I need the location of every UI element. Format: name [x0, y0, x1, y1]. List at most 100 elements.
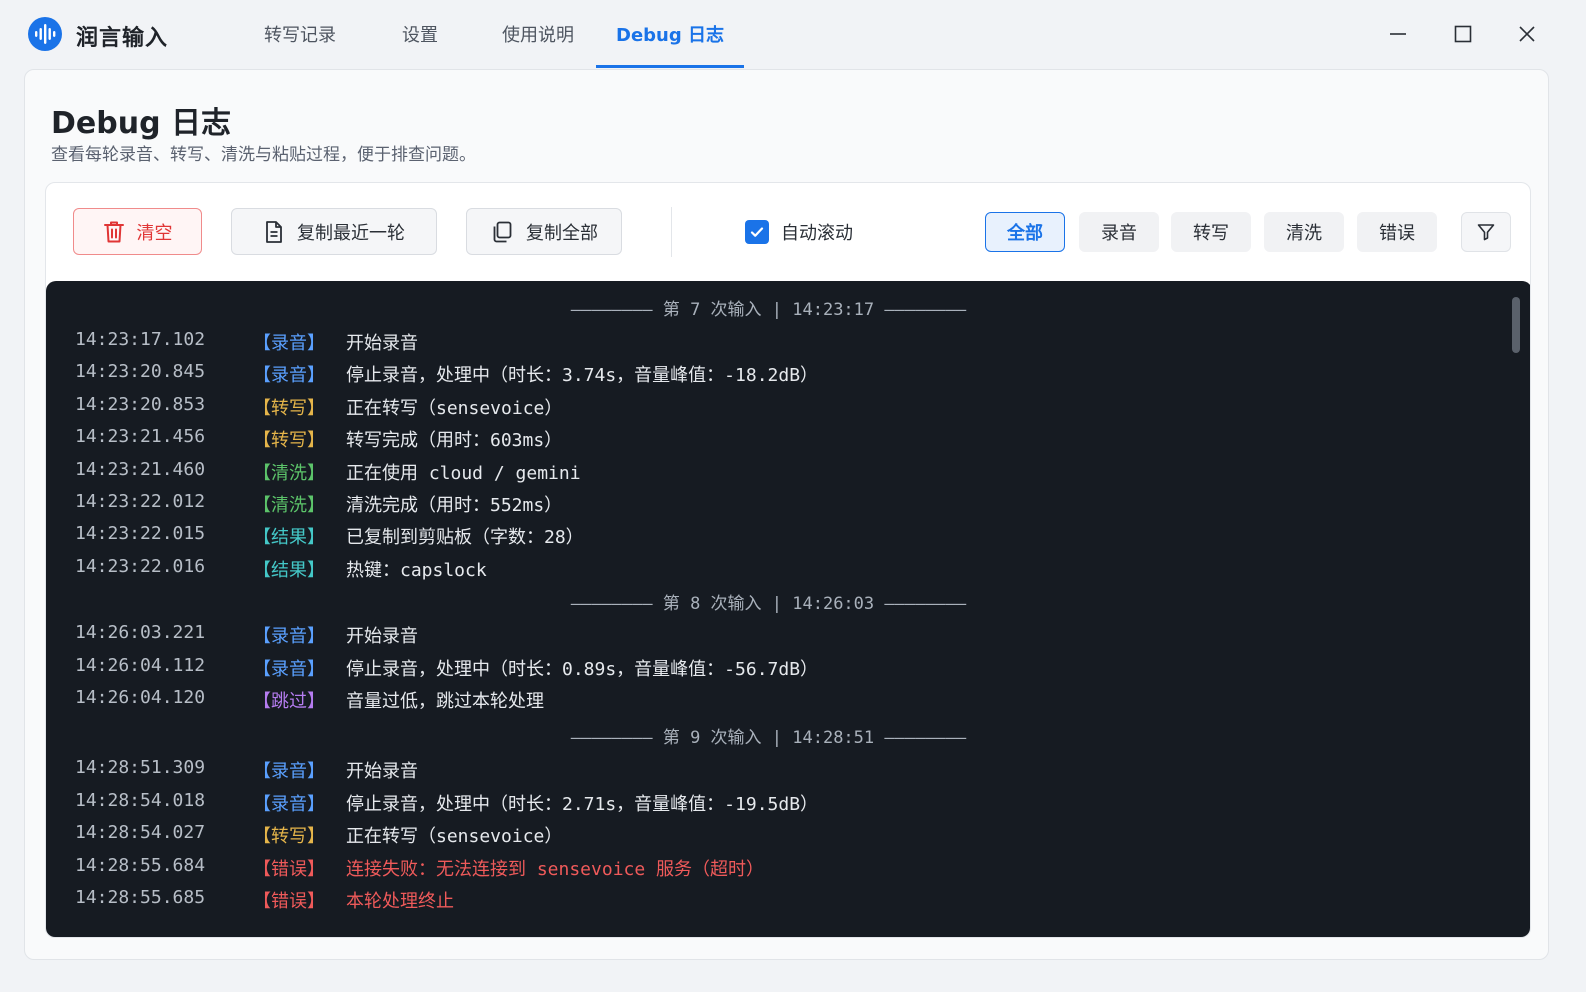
log-message: 已复制到剪贴板（字数：28）	[346, 527, 584, 548]
copy-all-button[interactable]: 复制全部	[466, 208, 622, 255]
filter-all[interactable]: 全部	[985, 212, 1065, 252]
log-timestamp: 14:28:54.027	[75, 822, 206, 843]
log-tag: 【录音】	[253, 794, 325, 815]
toolbar-divider	[671, 207, 672, 257]
title-bar: 润言输入 转写记录 设置 使用说明 Debug 日志	[0, 0, 1586, 68]
page-title: Debug 日志	[51, 106, 231, 141]
minimize-button[interactable]	[1378, 14, 1418, 54]
log-toolbar: 清空 复制最近一轮 复制全部 自动滚动 全部 录音 转写 清洗 错误	[46, 183, 1530, 281]
log-tag: 【清洗】	[253, 463, 325, 484]
close-button[interactable]	[1507, 14, 1547, 54]
log-message: 开始录音	[346, 333, 418, 354]
log-row: 14:23:20.853 【转写】 正在转写（sensevoice）	[46, 394, 1486, 426]
log-scrollbar[interactable]	[1512, 297, 1520, 353]
app-name: 润言输入	[76, 26, 169, 51]
filter-recording[interactable]: 录音	[1079, 212, 1159, 252]
copy-icon	[493, 221, 512, 242]
close-icon	[1519, 26, 1535, 42]
log-row: 14:26:04.112 【录音】 停止录音，处理中（时长：0.89s，音量峰值…	[46, 655, 1486, 687]
log-tag: 【结果】	[253, 560, 325, 581]
log-row: 14:23:21.460 【清洗】 正在使用 cloud / gemini	[46, 459, 1486, 491]
log-tag: 【录音】	[253, 761, 325, 782]
tab-help[interactable]: 使用说明	[480, 0, 596, 68]
log-timestamp: 14:23:22.016	[75, 556, 206, 577]
auto-scroll-checkbox[interactable]	[745, 220, 769, 244]
trash-icon	[103, 221, 124, 242]
tab-settings[interactable]: 设置	[360, 0, 480, 68]
log-timestamp: 14:28:54.018	[75, 790, 206, 811]
log-message: 停止录音，处理中（时长：3.74s，音量峰值：-18.2dB）	[346, 365, 819, 386]
filter-cleaning[interactable]: 清洗	[1264, 212, 1344, 252]
log-row: 14:28:51.309 【录音】 开始录音	[46, 757, 1486, 789]
log-row: 14:28:54.018 【录音】 停止录音，处理中（时长：2.71s，音量峰值…	[46, 790, 1486, 822]
log-timestamp: 14:23:20.853	[75, 394, 206, 415]
log-message: 正在转写（sensevoice）	[346, 826, 563, 847]
log-message: 音量过低，跳过本轮处理	[346, 691, 544, 712]
document-icon	[266, 220, 282, 243]
log-timestamp: 14:28:55.685	[75, 887, 206, 908]
log-timestamp: 14:26:04.120	[75, 687, 206, 708]
log-row: 14:23:22.015 【结果】 已复制到剪贴板（字数：28）	[46, 523, 1486, 555]
log-tag: 【转写】	[253, 826, 325, 847]
log-tag: 【录音】	[253, 365, 325, 386]
log-message: 转写完成（用时：603ms）	[346, 430, 563, 451]
log-tag: 【清洗】	[253, 495, 325, 516]
log-message: 开始录音	[346, 761, 418, 782]
log-tag: 【错误】	[253, 891, 325, 912]
log-row: 14:23:20.845 【录音】 停止录音，处理中（时长：3.74s，音量峰值…	[46, 361, 1486, 393]
log-message: 正在使用 cloud / gemini	[346, 463, 581, 484]
log-message: 停止录音，处理中（时长：2.71s，音量峰值：-19.5dB）	[346, 794, 819, 815]
copy-last-round-label: 复制最近一轮	[297, 222, 405, 244]
log-message: 连接失败：无法连接到 sensevoice 服务（超时）	[346, 859, 765, 880]
maximize-button[interactable]	[1443, 14, 1483, 54]
log-tag: 【录音】	[253, 333, 325, 354]
log-timestamp: 14:23:20.845	[75, 361, 206, 382]
minimize-icon	[1390, 33, 1406, 35]
clear-label: 清空	[136, 222, 173, 244]
sound-wave-icon	[28, 17, 62, 51]
checkmark-icon	[750, 227, 764, 237]
log-timestamp: 14:23:21.460	[75, 459, 206, 480]
log-row: 14:23:22.012 【清洗】 清洗完成（用时：552ms）	[46, 491, 1486, 523]
log-tag: 【转写】	[253, 430, 325, 451]
log-message: 停止录音，处理中（时长：0.89s，音量峰值：-56.7dB）	[346, 659, 819, 680]
log-timestamp: 14:23:17.102	[75, 329, 206, 350]
session-separator: ———————— 第 8 次输入 | 14:26:03 ————————	[570, 594, 967, 614]
tab-debug-log[interactable]: Debug 日志	[596, 0, 744, 68]
log-row: 14:28:55.684 【错误】 连接失败：无法连接到 sensevoice …	[46, 855, 1486, 887]
log-timestamp: 14:26:03.221	[75, 622, 206, 643]
funnel-icon	[1477, 224, 1495, 241]
session-separator: ———————— 第 7 次输入 | 14:23:17 ————————	[570, 300, 967, 320]
tab-transcripts[interactable]: 转写记录	[240, 0, 360, 68]
log-panel: 清空 复制最近一轮 复制全部 自动滚动 全部 录音 转写 清洗 错误 —————…	[45, 182, 1531, 938]
main-card: Debug 日志 查看每轮录音、转写、清洗与粘贴过程，便于排查问题。 清空 复制…	[24, 69, 1549, 960]
log-tag: 【录音】	[253, 659, 325, 680]
log-console[interactable]: ———————— 第 7 次输入 | 14:23:17 ———————— 14:…	[46, 281, 1530, 937]
auto-scroll-label: 自动滚动	[781, 223, 853, 244]
log-row: 14:23:21.456 【转写】 转写完成（用时：603ms）	[46, 426, 1486, 458]
log-message: 正在转写（sensevoice）	[346, 398, 563, 419]
log-timestamp: 14:23:22.012	[75, 491, 206, 512]
log-row: 14:23:22.016 【结果】 热键：capslock	[46, 556, 1486, 588]
auto-scroll-toggle[interactable]: 自动滚动	[745, 219, 853, 245]
filter-funnel-button[interactable]	[1461, 212, 1511, 252]
log-message: 热键：capslock	[346, 560, 487, 581]
page-subtitle: 查看每轮录音、转写、清洗与粘贴过程，便于排查问题。	[51, 145, 476, 165]
log-row: 14:28:55.685 【错误】 本轮处理终止	[46, 887, 1486, 919]
log-row: 14:26:03.221 【录音】 开始录音	[46, 622, 1486, 654]
copy-all-label: 复制全部	[526, 222, 598, 244]
filter-error[interactable]: 错误	[1357, 212, 1437, 252]
log-tag: 【错误】	[253, 859, 325, 880]
log-tag: 【跳过】	[253, 691, 325, 712]
log-timestamp: 14:26:04.112	[75, 655, 206, 676]
log-tag: 【转写】	[253, 398, 325, 419]
copy-last-round-button[interactable]: 复制最近一轮	[231, 208, 437, 255]
filter-transcription[interactable]: 转写	[1171, 212, 1251, 252]
maximize-icon	[1454, 25, 1472, 43]
log-tag: 【录音】	[253, 626, 325, 647]
session-separator: ———————— 第 9 次输入 | 14:28:51 ————————	[570, 728, 967, 748]
log-timestamp: 14:23:21.456	[75, 426, 206, 447]
clear-button[interactable]: 清空	[73, 208, 202, 255]
log-message: 本轮处理终止	[346, 891, 454, 912]
log-timestamp: 14:28:51.309	[75, 757, 206, 778]
